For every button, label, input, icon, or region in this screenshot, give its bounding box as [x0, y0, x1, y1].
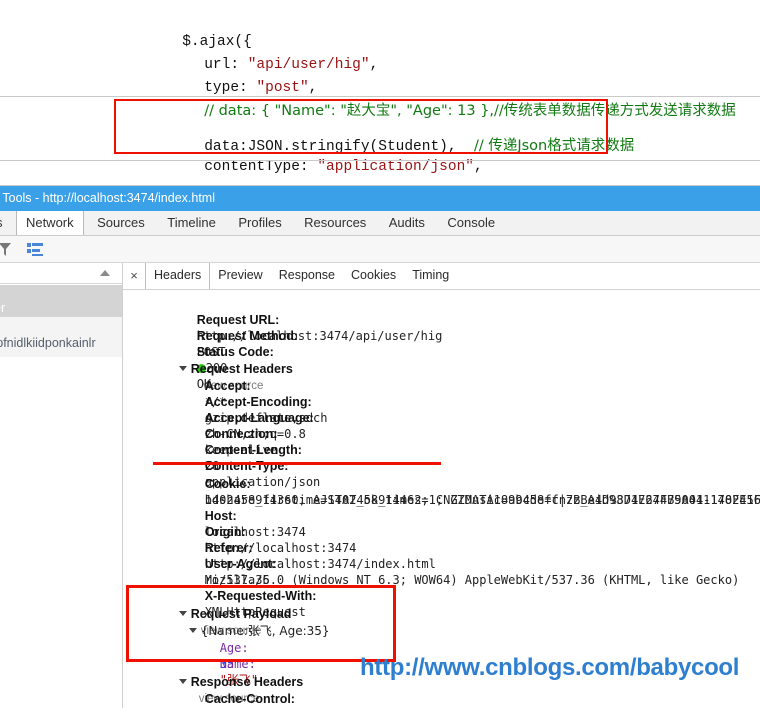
annotation-underline-content-type: [153, 462, 441, 465]
code-editor: $.ajax({ url: "api/user/hig", type: "pos…: [0, 0, 760, 186]
editor-divider-mid: [0, 160, 760, 161]
detail-tabbar: × Headers Preview Response Cookies Timing: [123, 263, 760, 290]
request-list-row[interactable]: g fjpfnidlkiidponkainlr: [0, 317, 122, 357]
headers-detail-body: Request URL: http://localhost:3474/api/u…: [123, 290, 760, 708]
detail-tab-preview[interactable]: Preview: [210, 263, 270, 289]
tab-console[interactable]: Console: [438, 211, 504, 235]
record-icon[interactable]: [0, 240, 14, 258]
request-list-header: [0, 263, 122, 284]
devtools-titlebar: er Tools - http://localhost:3474/index.h…: [0, 186, 760, 211]
code-line-7-success: success: function (data) {: [152, 167, 431, 186]
detail-tab-response[interactable]: Response: [271, 263, 343, 289]
request-list-row-selected[interactable]: er: [0, 285, 122, 317]
sort-ascending-icon[interactable]: [100, 270, 110, 276]
devtools-window: er Tools - http://localhost:3474/index.h…: [0, 186, 760, 708]
request-detail-pane: × Headers Preview Response Cookies Timing Req…: [123, 263, 760, 708]
code-punct: ,: [473, 159, 483, 175]
code-punct: ,: [369, 57, 379, 73]
devtools-body: er g fjpfnidlkiidponkainlr ×HeadersPrevi…: [0, 263, 760, 708]
response-header-row: Content-Length: 34: [163, 691, 302, 708]
devtools-toolbar: [0, 236, 760, 263]
screenshot-root: $.ajax({ url: "api/user/hig", type: "pos…: [0, 0, 760, 708]
request-list-row-label: er: [0, 301, 6, 315]
request-list-row-detail: fjpfnidlkiidponkainlr: [0, 336, 96, 350]
detail-tab-cookies[interactable]: Cookies: [343, 263, 404, 289]
detail-tab-timing[interactable]: Timing: [404, 263, 457, 289]
close-icon[interactable]: ×: [123, 263, 145, 289]
list-view-icon[interactable]: [26, 240, 44, 258]
tab-audits[interactable]: Audits: [380, 211, 434, 235]
editor-divider-top: [0, 96, 760, 97]
tab-network[interactable]: Network: [15, 211, 84, 235]
tab-resources[interactable]: Resources: [295, 211, 375, 235]
devtools-title-text: er Tools - http://localhost:3474/index.h…: [0, 191, 215, 205]
detail-tab-headers[interactable]: Headers: [145, 263, 211, 289]
request-list-pane: er g fjpfnidlkiidponkainlr: [0, 263, 123, 708]
tab-elements-cut[interactable]: s: [0, 211, 12, 235]
watermark-url: http://www.cnblogs.com/babycool: [360, 654, 740, 681]
devtools-tabbar: s Network Sources Timeline Profiles Reso…: [0, 211, 760, 236]
tab-profiles[interactable]: Profiles: [229, 211, 290, 235]
tab-timeline[interactable]: Timeline: [158, 211, 225, 235]
tab-sources[interactable]: Sources: [88, 211, 154, 235]
code-comment: // 传递Json格式请求数据: [473, 138, 635, 154]
